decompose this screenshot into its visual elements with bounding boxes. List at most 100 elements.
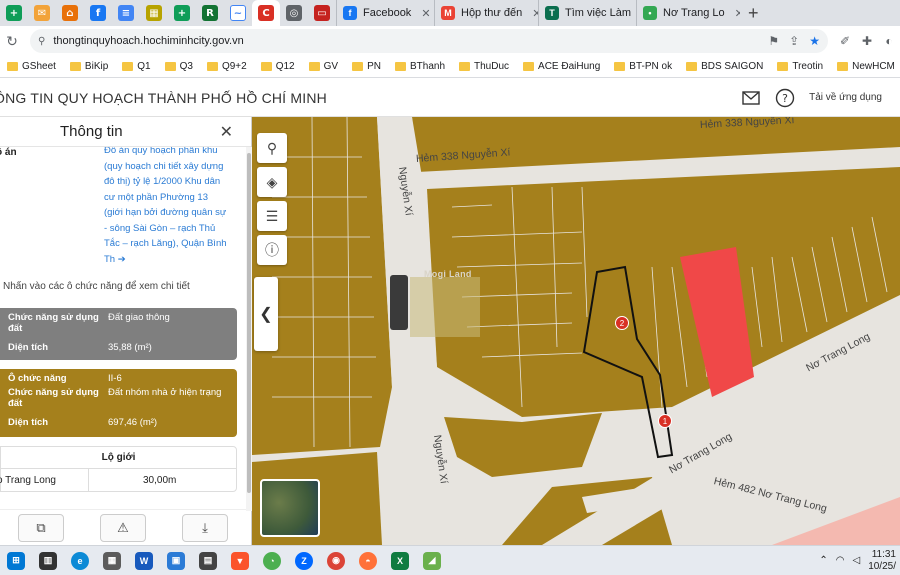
rd-icon: R (202, 5, 218, 21)
help-icon[interactable]: ? (775, 88, 795, 108)
bookmark-star-icon[interactable]: ★ (809, 34, 820, 48)
download-icon: ⤓ (202, 519, 208, 535)
folder-icon (260, 62, 272, 71)
table-header: Lộ giới (1, 447, 236, 469)
tab-maps[interactable]: •Nơ Trang Lo✕ (636, 0, 740, 26)
chrome-icon: ◉ (327, 551, 345, 570)
share-icon[interactable]: ⇪ (789, 34, 799, 48)
bookmark-item[interactable]: Q3 (158, 61, 200, 72)
bookmark-item[interactable]: NewHCM (830, 61, 900, 72)
pinned-tab-chart[interactable]: ~ (224, 0, 252, 26)
marker-pin[interactable]: 2 (615, 316, 629, 330)
info-panel: Thông tin ✕ ồ án Đồ án quy hoạch phân kh… (0, 117, 252, 545)
pinned-tab-sheets-2[interactable]: + (168, 0, 196, 26)
taskbar-word[interactable]: W (128, 548, 160, 574)
marker-pin[interactable]: 1 (658, 414, 672, 428)
plan-link[interactable]: Đồ án quy hoạch phân khu (quy hoạch chi … (104, 147, 228, 267)
bookmark-item[interactable]: ThuDuc (452, 61, 516, 72)
tab-label: Hộp thư đến (461, 7, 523, 19)
collapse-panel-button[interactable]: ❮ (254, 277, 278, 351)
taskbar-edge[interactable]: e (64, 548, 96, 574)
profile-icon[interactable]: ◐ (878, 34, 900, 48)
copy-button[interactable]: ⧉ (18, 513, 64, 542)
pinned-tab-mail[interactable]: ✉ (28, 0, 56, 26)
taskbar-calculator[interactable]: ▤ (192, 548, 224, 574)
taskbar-chrome[interactable]: ◉ (320, 548, 352, 574)
pinned-tab-docs[interactable]: ≡ (112, 0, 140, 26)
pinned-tab-globe[interactable]: ◎ (280, 0, 308, 26)
sheets-icon: + (174, 5, 190, 21)
download-button[interactable]: ⤓ (182, 513, 228, 542)
pinned-tab-sheets[interactable]: + (0, 0, 28, 26)
clock[interactable]: 11:31 10/25/ (868, 549, 896, 573)
taskbar-photos[interactable]: ▣ (160, 548, 192, 574)
taskbar-zalo[interactable]: Z (288, 548, 320, 574)
pinned-tab-home[interactable]: ⌂ (56, 0, 84, 26)
land-use-card-road[interactable]: Chức năng sử dụng đất Đất giao thông Diện… (0, 308, 237, 360)
pinned-tab-red[interactable]: ▭ (308, 0, 336, 26)
new-tab-button[interactable]: + (740, 3, 767, 24)
legend-button[interactable]: ☰ (257, 201, 287, 231)
photos-icon: ▣ (167, 551, 185, 570)
panel-body: ồ án Đồ án quy hoạch phân khu (quy hoạch… (0, 147, 246, 509)
bookmark-item[interactable]: BThanh (388, 61, 452, 72)
extension-icon[interactable]: ✐ (834, 34, 856, 48)
reload-icon[interactable]: ↻ (0, 33, 24, 50)
scrollbar-thumb[interactable] (247, 153, 251, 493)
report-button[interactable]: ⚠ (100, 513, 146, 542)
tab-jobs[interactable]: TTìm việc Làm✕ (538, 0, 636, 26)
plan-label: ồ án (0, 147, 17, 158)
task-view-button[interactable]: ▥ (32, 548, 64, 574)
download-app-link[interactable]: Tải về ứng dụng (809, 92, 882, 103)
bookmark-item[interactable]: Q12 (254, 61, 302, 72)
taskbar-firefox[interactable]: ◓ (352, 548, 384, 574)
chevron-up-icon[interactable]: ⌃ (819, 555, 827, 566)
bookmark-item[interactable]: BT-PN ok (607, 61, 679, 72)
volume-icon[interactable]: ◁ (852, 555, 860, 566)
mail-icon[interactable] (741, 88, 761, 108)
layers-button[interactable]: ◈ (257, 167, 287, 197)
taskbar-store[interactable]: ▦ (96, 548, 128, 574)
land-use-card-residential[interactable]: Ô chức năng II-6 Chức năng sử dụng đất Đất… (0, 369, 237, 437)
taskbar-coccoc[interactable]: ◔ (256, 548, 288, 574)
site-info-icon[interactable]: ⚲ (38, 36, 45, 47)
taskbar-brave[interactable]: ▼ (224, 548, 256, 574)
bookmark-item[interactable]: PN (345, 61, 388, 72)
location-icon[interactable]: ⚑ (768, 34, 779, 48)
bookmark-item[interactable]: Q1 (115, 61, 157, 72)
close-icon[interactable]: ✕ (421, 7, 430, 20)
network-icon[interactable]: ◠ (836, 555, 845, 566)
panel-actions: ⧉ ⚠ ⤓ (0, 509, 246, 545)
taskbar-excel[interactable]: X (384, 548, 416, 574)
close-icon[interactable]: ✕ (220, 122, 233, 142)
hint-text: Nhấn vào các ô chức năng để xem chi tiết (3, 281, 190, 292)
info-button[interactable]: ⓘ (257, 235, 287, 265)
pinned-tab-active[interactable]: C (252, 0, 280, 26)
field-value: Đất nhóm nhà ở hiện trạng (108, 387, 222, 398)
puzzle-icon[interactable]: ✚ (856, 34, 878, 48)
pinned-tab-facebook[interactable]: f (84, 0, 112, 26)
planning-map[interactable]: ⚲ ◈ ☰ ⓘ ❮ Hẻm 338 Nguyễn Xí Hẻm 338 Nguy… (252, 117, 900, 545)
bookmark-item[interactable]: BiKip (63, 61, 115, 72)
taskbar-app[interactable]: ◢ (416, 548, 448, 574)
bookmark-item[interactable]: ACE ĐaiHung (516, 61, 607, 72)
satellite-minimap[interactable] (260, 479, 320, 537)
folder-icon (686, 62, 698, 71)
bookmark-item[interactable]: Q9+2 (200, 61, 254, 72)
bookmark-item[interactable]: BDS SAIGON (679, 61, 770, 72)
tab-facebook[interactable]: f Facebook ✕ (336, 0, 434, 26)
bookmark-item[interactable]: GSheet (0, 61, 63, 72)
pinned-tab-rd[interactable]: R (196, 0, 224, 26)
pinned-tab-forms[interactable]: ▦ (140, 0, 168, 26)
list-icon: ☰ (265, 207, 279, 224)
windows-taskbar: ⊞ ▥ e ▦ W ▣ ▤ ▼ ◔ Z ◉ ◓ X ◢ ⌃ ◠ ◁ 11:31 … (0, 545, 900, 575)
bookmark-label: GSheet (22, 61, 56, 72)
bookmark-item[interactable]: Treotin (770, 61, 830, 72)
search-button[interactable]: ⚲ (257, 133, 287, 163)
start-button[interactable]: ⊞ (0, 548, 32, 574)
tab-inbox[interactable]: MHộp thư đến✕ (434, 0, 538, 26)
map-pin-icon: • (643, 6, 657, 20)
task-view-icon: ▥ (39, 551, 57, 570)
bookmark-item[interactable]: GV (302, 61, 345, 72)
url-omnibox[interactable]: ⚲ thongtinquyhoach.hochiminhcity.gov.vn … (30, 29, 828, 53)
